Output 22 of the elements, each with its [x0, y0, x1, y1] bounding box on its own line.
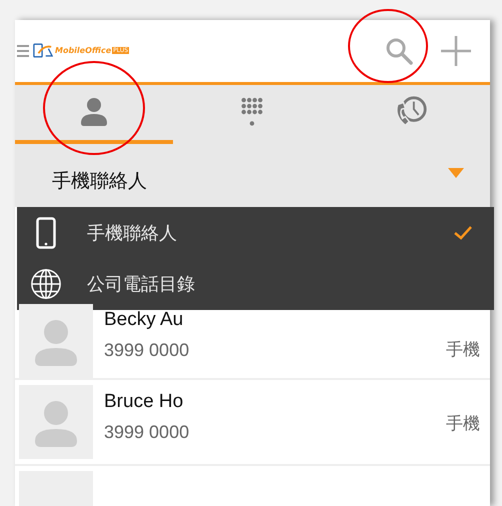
caret-icon: [448, 168, 464, 178]
number-type-label: 手機: [446, 413, 480, 436]
search-button[interactable]: [384, 36, 414, 66]
source-dropdown[interactable]: 手機聯絡人: [15, 144, 490, 207]
contact-name: Becky Au: [104, 309, 184, 332]
dialpad-icon: [241, 97, 264, 128]
globe-icon: [30, 268, 62, 300]
menu-item[interactable]: 手機聯絡人: [17, 206, 494, 258]
menu-icon[interactable]: [17, 44, 29, 58]
contact-row[interactable]: Bruce Ho 3999 0000 手機: [15, 380, 490, 466]
menu-item[interactable]: 公司電話目錄: [17, 258, 494, 310]
add-button[interactable]: [440, 34, 472, 67]
contact-name: Bruce Ho: [104, 391, 184, 414]
number-type-label: 手機: [446, 339, 480, 362]
contact-number: 3999 0000: [104, 422, 190, 444]
avatar-placeholder-icon: [19, 304, 93, 378]
avatar-placeholder-icon: [19, 385, 93, 460]
contact-number: 3999 0000: [104, 340, 190, 362]
phone-icon: [35, 216, 57, 249]
logo-text: MobileOffice: [55, 46, 112, 56]
contact-row[interactable]: [15, 466, 490, 506]
logo-icon: [33, 43, 53, 58]
